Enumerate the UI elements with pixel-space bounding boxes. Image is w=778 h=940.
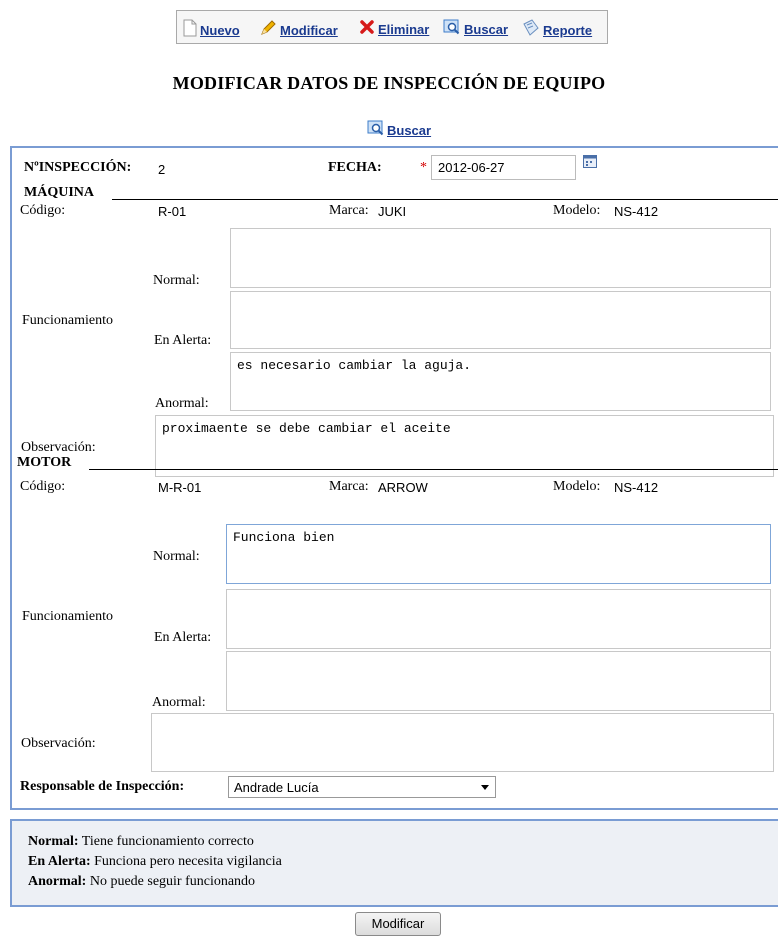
reporte-link[interactable]: Reporte [522, 19, 592, 41]
motor-anormal-label: Anormal: [152, 695, 206, 710]
maquina-marca-label: Marca: [329, 203, 369, 218]
responsable-select[interactable]: Andrade Lucía [228, 776, 496, 798]
report-icon [522, 19, 543, 41]
legend-box: Normal: Tiene funcionamiento correcto En… [10, 819, 778, 907]
motor-marca-label: Marca: [329, 479, 369, 494]
toolbar: Nuevo Modificar Eliminar Buscar Reporte [176, 10, 608, 44]
search-link[interactable]: Buscar [367, 120, 431, 140]
motor-codigo-label: Código: [20, 479, 66, 494]
legend-item-alerta: En Alerta: Funciona pero necesita vigila… [28, 854, 282, 869]
buscar-link[interactable]: Buscar [443, 19, 508, 39]
motor-codigo-value: M-R-01 [158, 480, 202, 495]
maquina-codigo-label: Código: [20, 203, 66, 218]
legend-item-normal: Normal: Tiene funcionamiento correcto [28, 834, 254, 849]
maquina-divider [112, 199, 778, 200]
chevron-down-icon [481, 785, 489, 790]
maquina-alerta-textarea[interactable] [230, 291, 771, 349]
responsable-label: Responsable de Inspección: [20, 779, 185, 794]
inspection-number-label: NºINSPECCIÓN: [24, 160, 132, 175]
magnifier-icon [443, 19, 464, 39]
maquina-observacion-textarea[interactable]: proximaente se debe cambiar el aceite [155, 415, 774, 477]
pencil-icon [259, 19, 280, 41]
magnifier-icon [367, 120, 385, 140]
required-mark: * [420, 160, 427, 175]
maquina-normal-textarea[interactable] [230, 228, 771, 288]
motor-funcionamiento-label: Funcionamiento [22, 609, 113, 624]
motor-modelo-label: Modelo: [553, 479, 601, 494]
maquina-funcionamiento-label: Funcionamiento [22, 313, 113, 328]
maquina-modelo-value: NS-412 [614, 204, 659, 219]
maquina-anormal-textarea[interactable]: es necesario cambiar la aguja. [230, 352, 771, 411]
maquina-observacion-label: Observación: [21, 440, 96, 455]
motor-marca-value: ARROW [378, 480, 428, 495]
motor-observacion-textarea[interactable] [151, 713, 774, 772]
responsable-selected-value: Andrade Lucía [234, 780, 319, 795]
modificar-link[interactable]: Modificar [259, 19, 338, 41]
fecha-label: FECHA: [328, 160, 382, 175]
page-title: MODIFICAR DATOS DE INSPECCIÓN DE EQUIPO [172, 73, 606, 93]
calendar-icon[interactable] [583, 155, 597, 173]
modificar-button[interactable]: Modificar [355, 912, 441, 936]
maquina-codigo-value: R-01 [158, 204, 187, 219]
inspection-number-value: 2 [158, 162, 166, 177]
motor-alerta-label: En Alerta: [154, 630, 212, 645]
eliminar-link[interactable]: Eliminar [359, 19, 429, 39]
date-input[interactable]: 2012-06-27 [431, 155, 576, 180]
nuevo-link[interactable]: Nuevo [183, 19, 240, 41]
maquina-modelo-label: Modelo: [553, 203, 601, 218]
motor-observacion-label: Observación: [21, 736, 96, 751]
motor-divider [89, 469, 778, 470]
new-document-icon [183, 19, 200, 41]
maquina-anormal-label: Anormal: [155, 396, 209, 411]
motor-modelo-value: NS-412 [614, 480, 659, 495]
maquina-alerta-label: En Alerta: [154, 333, 212, 348]
motor-normal-textarea[interactable]: Funciona bien [226, 524, 771, 584]
maquina-marca-value: JUKI [378, 204, 407, 219]
motor-anormal-textarea[interactable] [226, 651, 771, 711]
legend-item-anormal: Anormal: No puede seguir funcionando [28, 874, 256, 889]
motor-alerta-textarea[interactable] [226, 589, 771, 649]
motor-section-title: MOTOR [17, 455, 72, 470]
red-x-icon [359, 19, 378, 39]
maquina-normal-label: Normal: [153, 273, 200, 288]
motor-normal-label: Normal: [153, 549, 200, 564]
maquina-section-title: MÁQUINA [24, 185, 94, 200]
